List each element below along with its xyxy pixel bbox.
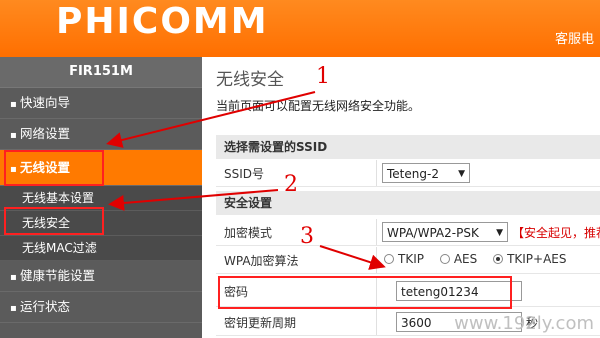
site-watermark: www.192ly.com (454, 313, 594, 334)
annotation-arrows (106, 91, 386, 270)
annotation-number-3: 3 (300, 224, 314, 249)
annotation-number-2: 2 (284, 172, 298, 197)
arrow-3-icon (319, 245, 386, 270)
annotation-number-1: 1 (316, 64, 330, 89)
arrow-1-icon (106, 91, 316, 148)
arrow-2-icon (108, 189, 279, 211)
